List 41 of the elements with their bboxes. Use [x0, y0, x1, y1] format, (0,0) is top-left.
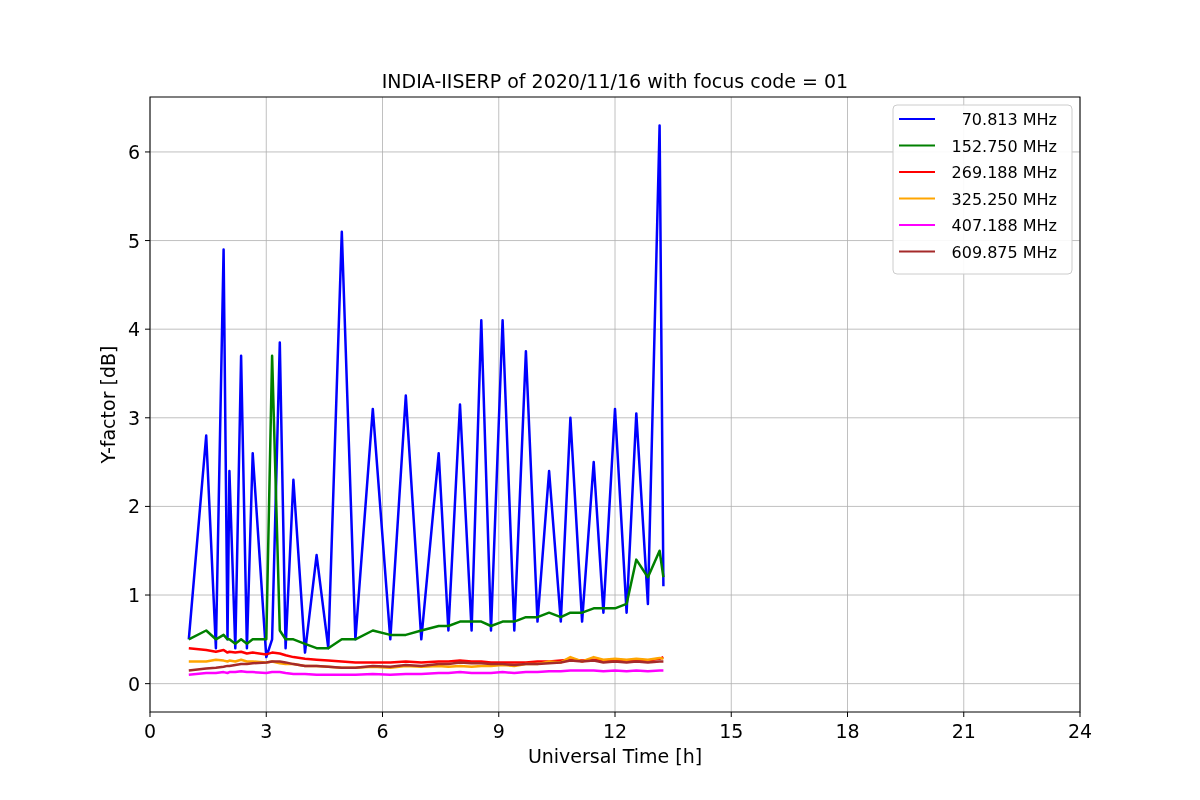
- x-tick-label: 15: [719, 720, 744, 742]
- chart-title: INDIA-IISERP of 2020/11/16 with focus code = 01: [381, 70, 849, 92]
- legend-label: 269.188 MHz: [951, 163, 1057, 182]
- tick-mark: [730, 711, 732, 718]
- tick-mark: [498, 711, 500, 718]
- tick-mark: [614, 711, 616, 718]
- legend-label: 70.813 MHz: [961, 110, 1057, 129]
- tick-mark: [382, 711, 383, 718]
- legend-label: 325.250 MHz: [951, 189, 1057, 209]
- tick-mark: [144, 683, 151, 685]
- y-tick-label: 4: [127, 318, 140, 341]
- y-tick-label: 1: [127, 584, 140, 607]
- x-tick-label: 12: [602, 720, 628, 742]
- tick-mark: [1079, 711, 1081, 718]
- x-tick-label: 21: [951, 720, 976, 742]
- legend-label: 152.750 MHz: [951, 136, 1057, 156]
- x-tick-label: 3: [260, 720, 273, 742]
- tick-mark: [265, 711, 267, 718]
- x-tick-label: 6: [376, 720, 389, 742]
- x-tick-label: 18: [835, 720, 860, 742]
- x-tick-label: 9: [492, 720, 505, 742]
- y-tick-label: 3: [127, 406, 140, 429]
- y-tick-label: 2: [127, 495, 140, 518]
- tick-mark: [144, 417, 151, 419]
- y-tick-label: 6: [127, 140, 140, 163]
- y-axis-label: Y-factor [dB]: [97, 345, 119, 464]
- y-tick-label: 0: [127, 672, 140, 695]
- x-tick-label: 0: [143, 720, 157, 742]
- tick-mark: [144, 505, 151, 507]
- tick-mark: [963, 711, 965, 718]
- tick-mark: [144, 240, 151, 242]
- tick-mark: [144, 594, 151, 596]
- y-tick-label: 5: [127, 229, 140, 252]
- tick-mark: [144, 328, 151, 330]
- x-axis-label: Universal Time [h]: [527, 745, 703, 767]
- x-tick-label: 24: [1067, 720, 1093, 742]
- tick-mark: [144, 151, 151, 153]
- tick-mark: [149, 711, 151, 718]
- legend-label: 609.875 MHz: [951, 242, 1057, 262]
- tick-mark: [847, 711, 848, 718]
- legend-label: 407.188 MHz: [951, 216, 1057, 235]
